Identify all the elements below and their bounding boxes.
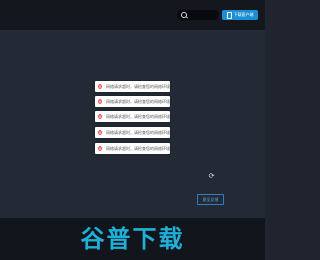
error-icon: ×	[98, 146, 102, 151]
error-icon: ×	[98, 114, 102, 119]
toast-message: 网络请求超时，请检查您的网络环境	[106, 146, 170, 151]
error-toast: × 网络请求超时，请检查您的网络环境	[95, 81, 170, 92]
error-icon: ×	[98, 99, 102, 104]
search-input[interactable]	[177, 10, 219, 20]
toast-message: 网络请求超时，请检查您的网络环境	[106, 130, 170, 135]
toast-message: 网络请求超时，请检查您的网络环境	[106, 84, 170, 89]
error-toast: × 网络请求超时，请检查您的网络环境	[95, 111, 170, 122]
site-logo: 谷普下载	[80, 225, 185, 253]
feedback-button[interactable]: 意见反馈	[197, 194, 224, 205]
toast-message: 网络请求超时，请检查您的网络环境	[106, 114, 170, 119]
header: 下载客户端	[0, 0, 265, 30]
error-icon: ×	[98, 130, 102, 135]
download-client-label: 下载客户端	[233, 12, 254, 17]
main-content	[0, 30, 265, 218]
error-toast: × 网络请求超时，请检查您的网络环境	[95, 127, 170, 138]
customer-service-icon[interactable]: ⟳	[208, 173, 215, 180]
search-icon[interactable]	[181, 12, 187, 18]
error-icon: ×	[98, 84, 102, 89]
download-client-button[interactable]: 下载客户端	[222, 10, 258, 20]
error-toast: × 网络请求超时，请检查您的网络环境	[95, 96, 170, 107]
toast-message: 网络请求超时，请检查您的网络环境	[106, 99, 170, 104]
phone-icon	[226, 11, 232, 19]
error-toast: × 网络请求超时，请检查您的网络环境	[95, 143, 170, 154]
